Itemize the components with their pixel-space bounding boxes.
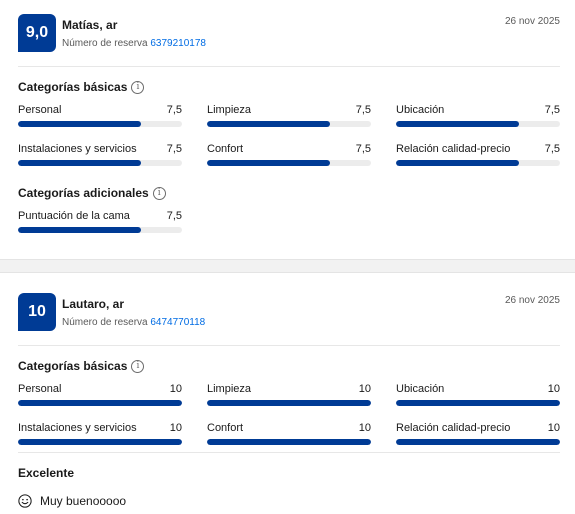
reservation-label: Número de reserva xyxy=(62,317,148,328)
category-label: Relación calidad-precio xyxy=(396,422,511,434)
info-icon[interactable]: i xyxy=(131,359,145,373)
review-title: Excelente xyxy=(18,466,75,480)
reservation-label: Número de reserva xyxy=(62,38,148,49)
smiley-icon xyxy=(18,494,32,508)
category-bar-fill xyxy=(18,439,182,445)
reservation-number-link[interactable]: 6379210178 xyxy=(150,38,206,49)
category-label: Ubicación xyxy=(396,104,445,116)
category-bar xyxy=(18,121,182,127)
category-value: 7,5 xyxy=(544,143,560,155)
category-label: Relación calidad-precio xyxy=(396,143,511,155)
category-label: Ubicación xyxy=(396,383,445,395)
category-bar xyxy=(207,160,371,166)
category-bar-fill xyxy=(396,121,519,127)
category-label: Limpieza xyxy=(207,383,252,395)
divider xyxy=(18,345,560,346)
divider xyxy=(18,66,560,67)
category-bar-fill xyxy=(396,400,560,406)
category-value: 10 xyxy=(169,422,182,434)
section-title: Categorías básicas xyxy=(18,80,128,94)
info-icon[interactable]: i xyxy=(152,186,166,200)
category-value: 10 xyxy=(547,422,560,434)
review-date: 26 nov 2025 xyxy=(504,16,560,27)
reviewer-name: Matías, ar xyxy=(62,18,118,32)
category-bar-fill xyxy=(207,121,330,127)
category-bar-fill xyxy=(18,160,141,166)
category-value: 10 xyxy=(547,383,560,395)
section-title: Categorías básicas xyxy=(18,359,128,373)
reservation-info: Número de reserva 6379210178 xyxy=(62,38,206,49)
category-value: 7,5 xyxy=(355,104,371,116)
category-bar-fill xyxy=(18,400,182,406)
category-bar xyxy=(396,400,560,406)
category-bar xyxy=(207,400,371,406)
review-card: 9,0 Matías, ar Número de reserva 6379210… xyxy=(0,0,575,259)
category-bar-fill xyxy=(207,400,371,406)
category-bar xyxy=(396,121,560,127)
category-label: Instalaciones y servicios xyxy=(18,143,137,155)
card-separator xyxy=(0,259,575,273)
comment-text: Muy buenooooo xyxy=(40,494,127,508)
category-label: Confort xyxy=(207,143,244,155)
category-value: 7,5 xyxy=(544,104,560,116)
category-bar xyxy=(18,160,182,166)
category-bar xyxy=(396,160,560,166)
additional-categories-heading: Categorías adicionales i xyxy=(18,186,166,200)
category-bar xyxy=(207,439,371,445)
reviewer-name: Lautaro, ar xyxy=(62,297,125,311)
category-bar xyxy=(18,400,182,406)
basic-categories-heading: Categorías básicas i xyxy=(18,80,145,94)
category-value: 10 xyxy=(358,422,371,434)
score-badge: 9,0 xyxy=(18,14,56,52)
category-value: 10 xyxy=(169,383,182,395)
category-bar-fill xyxy=(18,227,141,233)
section-title: Categorías adicionales xyxy=(18,186,149,200)
category-label: Limpieza xyxy=(207,104,252,116)
review-card: 10 Lautaro, ar Número de reserva 6474770… xyxy=(0,273,575,514)
category-bar xyxy=(396,439,560,445)
category-bar xyxy=(18,439,182,445)
review-date: 26 nov 2025 xyxy=(504,295,560,306)
category-value: 10 xyxy=(358,383,371,395)
category-label: Confort xyxy=(207,422,244,434)
category-value: 7,5 xyxy=(355,143,371,155)
category-bar-fill xyxy=(207,160,330,166)
category-label: Puntuación de la cama xyxy=(18,210,130,222)
category-bar-fill xyxy=(396,160,519,166)
info-icon[interactable]: i xyxy=(131,80,145,94)
category-value: 7,5 xyxy=(166,143,182,155)
reservation-number-link[interactable]: 6474770118 xyxy=(150,317,205,328)
category-bar xyxy=(207,121,371,127)
category-value: 7,5 xyxy=(166,104,182,116)
category-bar-fill xyxy=(207,439,371,445)
score-badge: 10 xyxy=(18,293,56,331)
category-label: Personal xyxy=(18,383,62,395)
category-bar-fill xyxy=(18,121,141,127)
category-label: Instalaciones y servicios xyxy=(18,422,137,434)
category-label: Personal xyxy=(18,104,62,116)
reservation-info: Número de reserva 6474770118 xyxy=(62,317,205,328)
review-comment: Muy buenooooo xyxy=(18,494,126,508)
category-bar xyxy=(18,227,182,233)
category-value: 7,5 xyxy=(166,210,182,222)
divider xyxy=(18,452,560,453)
category-bar-fill xyxy=(396,439,560,445)
basic-categories-heading: Categorías básicas i xyxy=(18,359,145,373)
